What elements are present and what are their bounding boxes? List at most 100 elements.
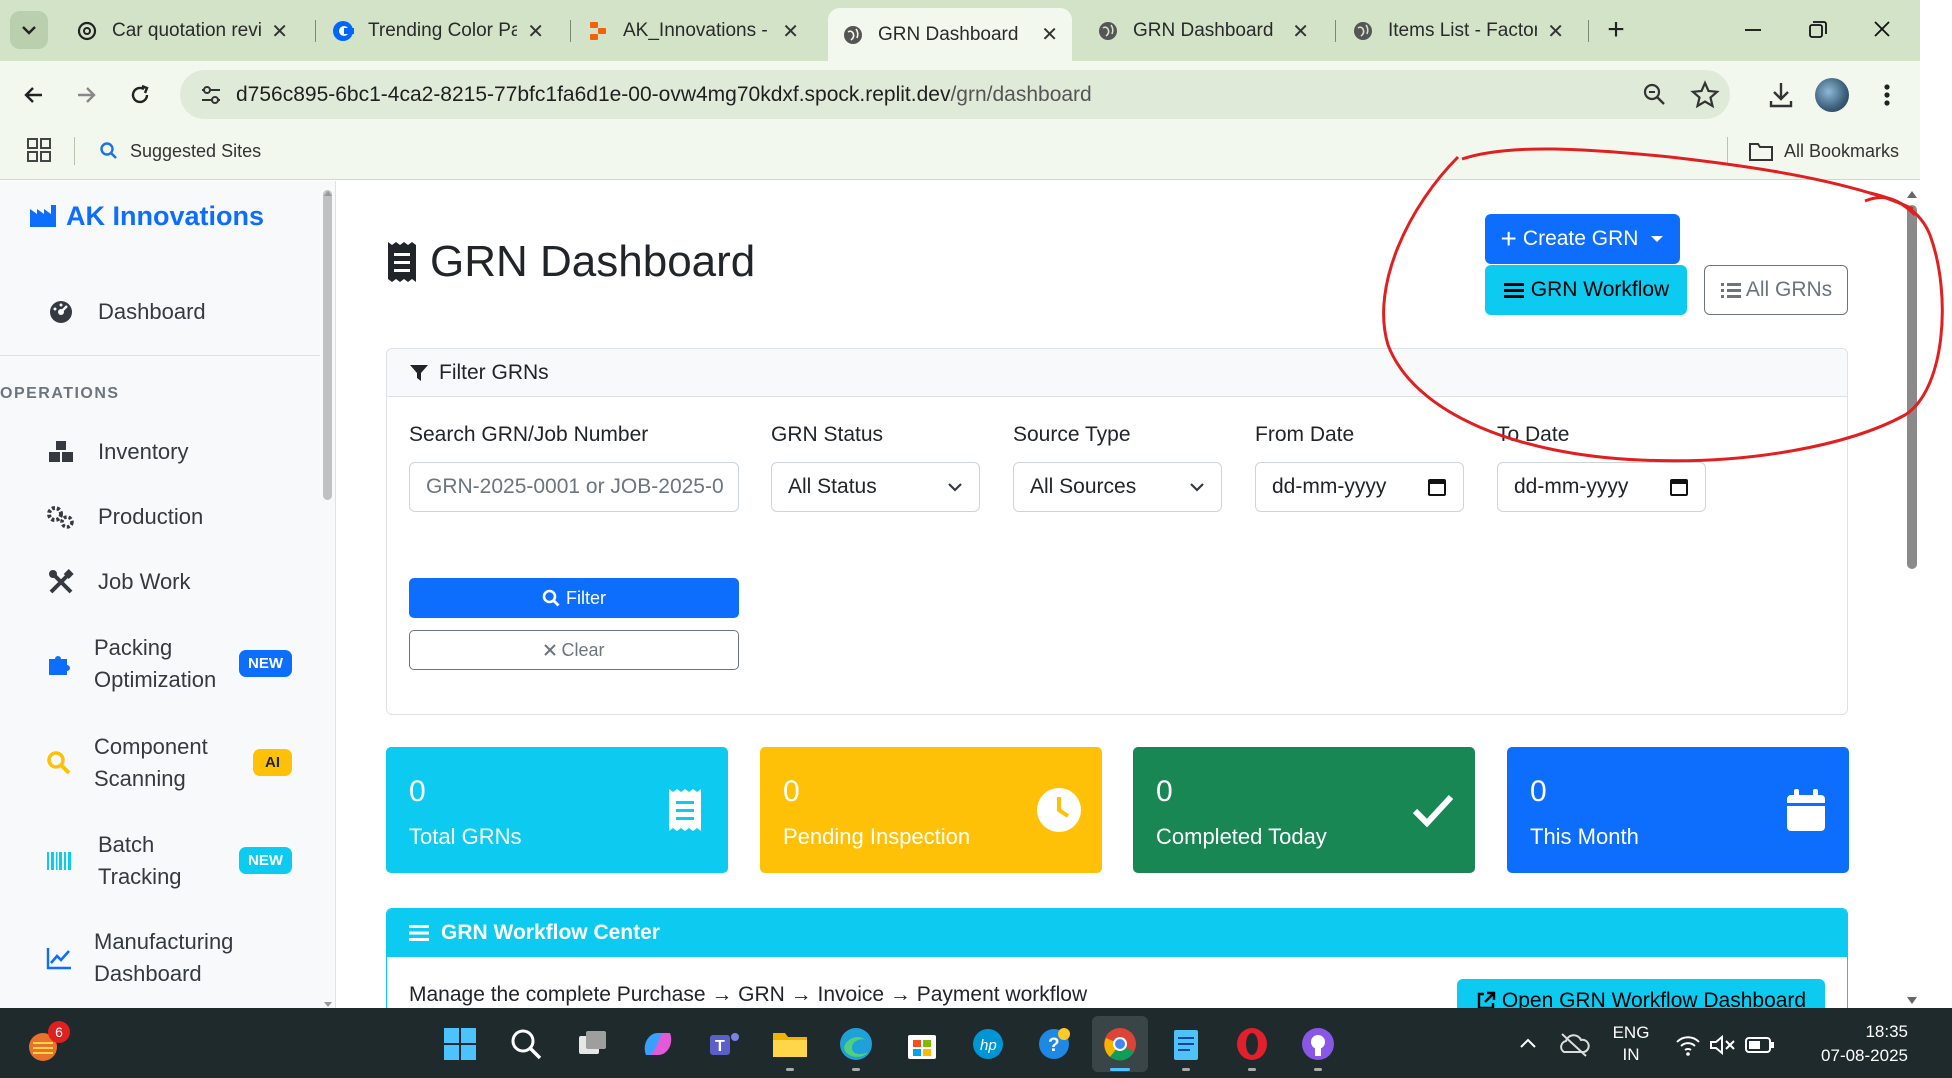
brand-logo[interactable]: AK Innovations (28, 198, 264, 234)
check-icon (1409, 787, 1455, 833)
sidebar-scrollbar[interactable] (323, 190, 332, 500)
reload-icon[interactable] (120, 75, 160, 115)
onedrive-icon[interactable] (1558, 1030, 1590, 1058)
close-tab-icon[interactable]: ✕ (1547, 19, 1564, 44)
browser-tab[interactable]: Car quotation revie ✕ (62, 10, 302, 52)
volume-muted-icon[interactable] (1708, 1033, 1738, 1057)
filter-button-label: Filter (566, 587, 606, 608)
tray-overflow-icon[interactable] (1516, 1032, 1540, 1056)
opera-icon[interactable] (1232, 1024, 1272, 1064)
filter-icon (410, 364, 428, 381)
calendar-icon[interactable] (1427, 477, 1447, 497)
new-tab-button[interactable]: + (1598, 12, 1634, 48)
apps-grid-icon[interactable] (26, 137, 52, 163)
tab-search-button[interactable] (10, 11, 48, 49)
running-indicator (786, 1068, 794, 1071)
clock[interactable]: 18:35 07-08-2025 (1780, 1020, 1908, 1070)
close-tab-icon[interactable]: ✕ (1041, 22, 1058, 47)
page-scroll-down-icon[interactable] (1906, 993, 1918, 1004)
url-text: d756c895-6bc1-4ca2-8215-77bfc1fa6d1e-00-… (236, 80, 1092, 110)
stat-card-this-month: 0 This Month (1507, 747, 1849, 873)
language-indicator[interactable]: ENG IN (1606, 1022, 1656, 1070)
stat-card-total-grns: 0 Total GRNs (386, 747, 728, 873)
file-explorer-icon[interactable] (770, 1024, 810, 1064)
status-value: All Status (788, 475, 877, 498)
minimize-icon[interactable] (1733, 18, 1773, 42)
sidebar-item-batch-tracking[interactable]: Batch Tracking NEW (0, 825, 320, 897)
suggested-sites-link[interactable]: Suggested Sites (98, 137, 261, 165)
sidebar-item-label: Manufacturing (94, 929, 234, 954)
forward-icon[interactable] (66, 75, 106, 115)
annotation-circle (1382, 147, 1944, 463)
sidebar-divider (0, 355, 320, 356)
download-icon[interactable] (1765, 79, 1797, 111)
search-icon[interactable] (506, 1024, 546, 1064)
profile-avatar[interactable] (1815, 78, 1849, 112)
task-view-icon[interactable] (572, 1024, 612, 1064)
search-icon (44, 750, 74, 776)
from-date-value: dd-mm-yyyy (1272, 475, 1387, 498)
status-select[interactable]: All Status (771, 462, 980, 512)
sidebar-item-packing-optimization[interactable]: Packing Optimization NEW (0, 628, 320, 700)
svg-text:?: ? (1048, 1035, 1060, 1056)
suggested-sites-label: Suggested Sites (130, 140, 262, 161)
filter-button[interactable]: Filter (409, 578, 739, 618)
sidebar-item-manufacturing-dashboard[interactable]: Manufacturing Dashboard (0, 922, 320, 994)
browser-tab-active[interactable]: GRN Dashboard ✕ (828, 8, 1072, 61)
source-select[interactable]: All Sources (1013, 462, 1222, 512)
close-tab-icon[interactable]: ✕ (271, 19, 288, 44)
search-placeholder: GRN-2025-0001 or JOB-2025-0 (426, 475, 724, 498)
windows-start-icon[interactable] (440, 1024, 480, 1064)
browser-tab[interactable]: Items List - Factory ✕ (1338, 10, 1578, 52)
clock-icon (1036, 787, 1082, 833)
tab-divider (1588, 20, 1589, 42)
sidebar-item-job-work[interactable]: Job Work (0, 564, 320, 600)
back-icon[interactable] (14, 75, 54, 115)
calendar-icon[interactable] (1669, 477, 1689, 497)
stat-card-pending-inspection: 0 Pending Inspection (760, 747, 1102, 873)
ai-badge: AI (253, 749, 292, 776)
zoom-icon[interactable] (1640, 80, 1670, 110)
close-tab-icon[interactable]: ✕ (1292, 19, 1309, 44)
edge-icon[interactable] (836, 1024, 876, 1064)
teams-icon[interactable]: T (704, 1024, 744, 1064)
chevron-down-icon (22, 26, 36, 35)
sidebar-item-text: Batch Tracking (98, 829, 182, 893)
github-icon[interactable] (1298, 1024, 1338, 1064)
sidebar-item-component-scanning[interactable]: Component Scanning AI (0, 727, 320, 799)
bookmark-divider (74, 137, 75, 165)
bookmark-star-icon[interactable] (1689, 79, 1721, 111)
notepad-icon[interactable] (1166, 1024, 1206, 1064)
chevron-down-icon (948, 483, 962, 492)
sidebar-item-production[interactable]: Production (0, 499, 320, 535)
store-icon[interactable] (902, 1024, 942, 1064)
site-info-icon[interactable] (196, 80, 226, 110)
sidebar-item-inventory[interactable]: Inventory (0, 434, 320, 470)
copilot-icon[interactable] (638, 1024, 678, 1064)
open-workflow-dashboard-button[interactable]: Open GRN Workflow Dashboard (1457, 979, 1825, 1008)
browser-tab[interactable]: Trending Color Pal ✕ (318, 10, 558, 52)
hp-icon[interactable]: hp (968, 1024, 1008, 1064)
running-indicator (1182, 1068, 1190, 1071)
chrome-icon[interactable] (1100, 1024, 1140, 1064)
browser-tab[interactable]: GRN Dashboard ✕ (1083, 10, 1323, 52)
sidebar-scroll-up-icon[interactable] (322, 184, 334, 196)
source-value: All Sources (1030, 475, 1137, 498)
close-window-icon[interactable] (1862, 16, 1902, 44)
filter-header-text: Filter GRNs (439, 360, 549, 384)
battery-icon[interactable] (1744, 1034, 1776, 1056)
stat-label: Pending Inspection (783, 824, 971, 849)
help-icon[interactable]: ? (1034, 1024, 1074, 1064)
sidebar-item-dashboard[interactable]: Dashboard (0, 294, 320, 330)
close-tab-icon[interactable]: ✕ (527, 19, 544, 44)
menu-kebab-icon[interactable] (1872, 79, 1902, 111)
clear-button[interactable]: Clear (409, 630, 739, 670)
svg-text:T: T (715, 1038, 725, 1055)
close-tab-icon[interactable]: ✕ (782, 19, 799, 44)
tab-title: GRN Dashboard (1133, 20, 1274, 41)
wifi-icon[interactable] (1674, 1033, 1702, 1057)
restore-icon[interactable] (1797, 16, 1837, 44)
browser-tab[interactable]: AK_Innovations - R ✕ (573, 10, 813, 52)
search-input[interactable]: GRN-2025-0001 or JOB-2025-0 (409, 462, 739, 512)
sidebar-scroll-down-icon[interactable] (322, 996, 334, 1007)
